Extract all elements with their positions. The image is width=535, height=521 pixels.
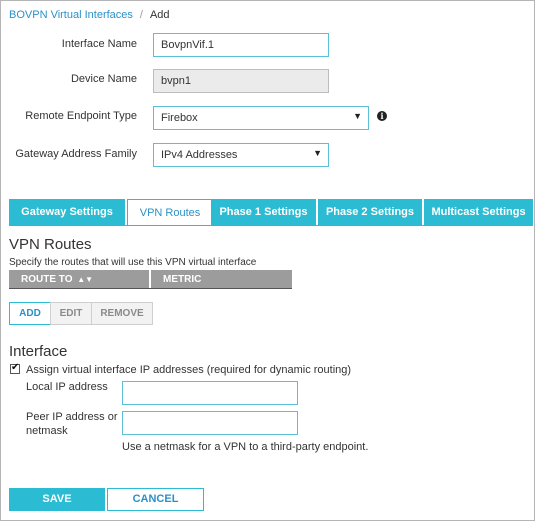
netmask-hint: Use a netmask for a VPN to a third-party… (122, 441, 369, 453)
breadcrumb-link-bovpn-virtual-interfaces[interactable]: BOVPN Virtual Interfaces (9, 9, 133, 21)
tab-phase-2-settings[interactable]: Phase 2 Settings (318, 199, 422, 226)
tab-gateway-settings[interactable]: Gateway Settings (9, 199, 125, 226)
interface-name-input[interactable] (153, 33, 329, 57)
column-header-route-to[interactable]: ROUTE TO ▲▼ (9, 270, 149, 289)
chevron-down-icon: ▼ (313, 148, 322, 158)
gateway-address-family-select[interactable]: IPv4 Addresses ▼ (153, 143, 329, 167)
remote-endpoint-type-value: Firebox (161, 112, 198, 124)
cancel-button[interactable]: CANCEL (107, 488, 204, 511)
assign-ip-checkbox[interactable]: ✔ (10, 362, 20, 374)
vpn-routes-title: VPN Routes (9, 236, 92, 253)
breadcrumb-current: Add (149, 9, 170, 21)
interface-title: Interface (9, 343, 68, 360)
settings-tabs: Gateway Settings VPN Routes Phase 1 Sett… (9, 199, 533, 226)
vpn-routes-description: Specify the routes that will use this VP… (9, 257, 257, 268)
remote-endpoint-type-select[interactable]: Firebox ▼ (153, 106, 369, 130)
checkmark-icon: ✔ (11, 362, 20, 373)
tab-vpn-routes[interactable]: VPN Routes (127, 199, 213, 226)
gateway-address-family-value: IPv4 Addresses (161, 149, 238, 161)
table-bottom-border (9, 288, 292, 289)
column-label-route-to: ROUTE TO (21, 274, 73, 285)
breadcrumb: BOVPN Virtual Interfaces / Add (9, 9, 170, 21)
remote-endpoint-type-label: Remote Endpoint Type (25, 110, 137, 122)
local-ip-input[interactable] (122, 381, 298, 405)
interface-name-label: Interface Name (61, 38, 137, 50)
peer-ip-input[interactable] (122, 411, 298, 435)
info-icon[interactable]: i (377, 111, 387, 121)
device-name-label: Device Name (70, 73, 137, 85)
remove-route-button[interactable]: REMOVE (91, 302, 153, 325)
gateway-address-family-label: Gateway Address Family (15, 148, 137, 160)
assign-ip-label: Assign virtual interface IP addresses (r… (26, 364, 352, 376)
local-ip-label: Local IP address (26, 381, 108, 393)
sort-icon: ▲▼ (77, 275, 94, 284)
save-button[interactable]: SAVE (9, 488, 105, 511)
tab-phase-1-settings[interactable]: Phase 1 Settings (211, 199, 316, 226)
column-header-metric[interactable]: METRIC (151, 270, 292, 289)
peer-ip-label: Peer IP address or netmask (26, 411, 118, 437)
edit-route-button[interactable]: EDIT (50, 302, 92, 325)
tab-multicast-settings[interactable]: Multicast Settings (424, 199, 533, 226)
breadcrumb-separator: / (139, 9, 143, 21)
tabs-divider (9, 225, 533, 226)
device-name-input[interactable] (153, 69, 329, 93)
chevron-down-icon: ▼ (353, 111, 362, 121)
add-route-button[interactable]: ADD (9, 302, 51, 325)
